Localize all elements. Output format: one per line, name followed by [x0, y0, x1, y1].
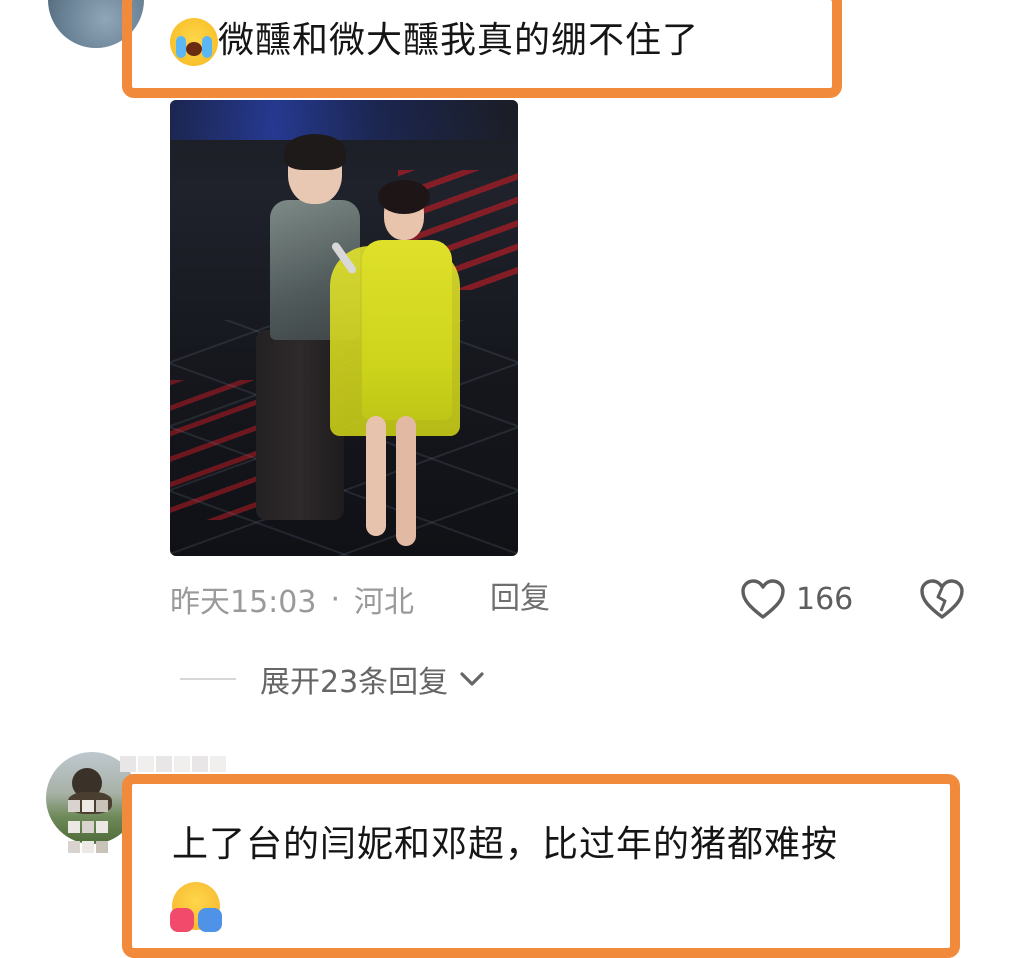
- comment-emoji-row: [170, 882, 222, 932]
- comment-meta: 昨天15:03 · 河北: [170, 575, 414, 623]
- like-button[interactable]: 166: [740, 575, 853, 623]
- loudly-crying-face-emoji-icon: [170, 18, 218, 66]
- comment-text: 微醺和微大醺我真的绷不住了: [218, 20, 700, 61]
- comment-time: 昨天15:03: [170, 585, 317, 620]
- hugging-face-emoji-icon: [170, 882, 222, 932]
- reply-button[interactable]: 回复: [490, 575, 550, 623]
- like-count: 166: [796, 581, 854, 617]
- username-mosaic: [68, 800, 108, 860]
- heart-outline-icon: [741, 579, 785, 619]
- meta-separator: ·: [330, 581, 341, 617]
- broken-heart-icon[interactable]: [918, 575, 966, 623]
- comment-text-row: 微醺和微大醺我真的绷不住了: [170, 16, 699, 66]
- comment-location: 河北: [354, 585, 415, 620]
- comment-image[interactable]: [170, 100, 518, 556]
- comment-text: 上了台的闫妮和邓超，比过年的猪都难按: [172, 824, 839, 865]
- expand-replies-label: 展开23条回复: [260, 665, 449, 700]
- divider-line: [180, 678, 236, 680]
- username-mosaic: [120, 756, 230, 776]
- expand-replies-button[interactable]: 展开23条回复: [180, 654, 486, 704]
- chevron-down-icon: [460, 672, 484, 686]
